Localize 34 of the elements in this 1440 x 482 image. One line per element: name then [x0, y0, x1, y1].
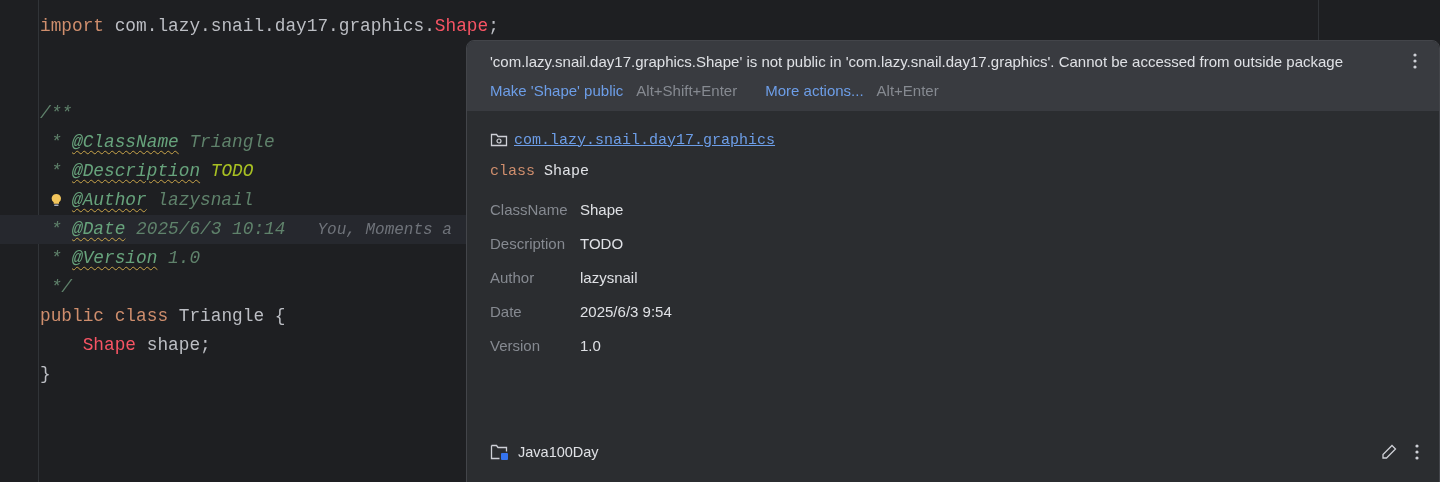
action-link[interactable]: More actions... — [765, 82, 864, 99]
more-icon[interactable] — [1415, 444, 1419, 460]
package-link[interactable]: com.lazy.snail.day17.graphics — [514, 131, 776, 149]
field-label: ClassName — [490, 201, 569, 218]
code-line: import com.lazy.snail.day17.graphics.Shape; — [40, 15, 499, 38]
pencil-icon[interactable] — [1381, 444, 1397, 460]
code-line: Shape shape; — [81, 334, 211, 357]
folder-icon — [490, 132, 508, 148]
module-folder-icon — [490, 443, 510, 461]
action-link[interactable]: Make 'Shape' public — [490, 82, 624, 99]
shortcut-label: Alt+Enter — [876, 82, 939, 99]
code-line: * @Date 2025/6/3 10:14 You, Moments a — [49, 218, 452, 241]
code-line: } — [40, 363, 51, 386]
module-name: Java100Day — [518, 444, 600, 460]
code-line: */ — [49, 276, 72, 299]
code-line: * @Version 1.0 — [49, 247, 201, 270]
field-value: TODO — [580, 235, 625, 252]
field-label: Version — [490, 337, 542, 354]
code-line: * @Description TODO — [49, 160, 254, 183]
field-label: Date — [490, 303, 523, 320]
field-label: Author — [490, 269, 536, 286]
field-label: Description — [490, 235, 567, 252]
more-icon[interactable] — [1413, 53, 1417, 69]
field-value: 1.0 — [580, 337, 602, 354]
code-line: /** — [40, 102, 72, 125]
field-value: Shape — [580, 201, 625, 218]
field-value: 2025/6/3 9:54 — [580, 303, 672, 320]
code-line: * @ClassName Triangle — [49, 131, 275, 154]
shortcut-label: Alt+Shift+Enter — [636, 82, 738, 99]
code-line: @Author lazysnail — [40, 186, 254, 215]
field-value: lazysnail — [580, 269, 639, 286]
class-declaration: class Shape — [490, 163, 591, 182]
error-message: 'com.lazy.snail.day17.graphics.Shape' is not public in 'com.lazy.snail.day17.graphics'. Cannot be accessed from outside package — [490, 53, 1345, 70]
code-line: public class Triangle { — [40, 305, 286, 328]
